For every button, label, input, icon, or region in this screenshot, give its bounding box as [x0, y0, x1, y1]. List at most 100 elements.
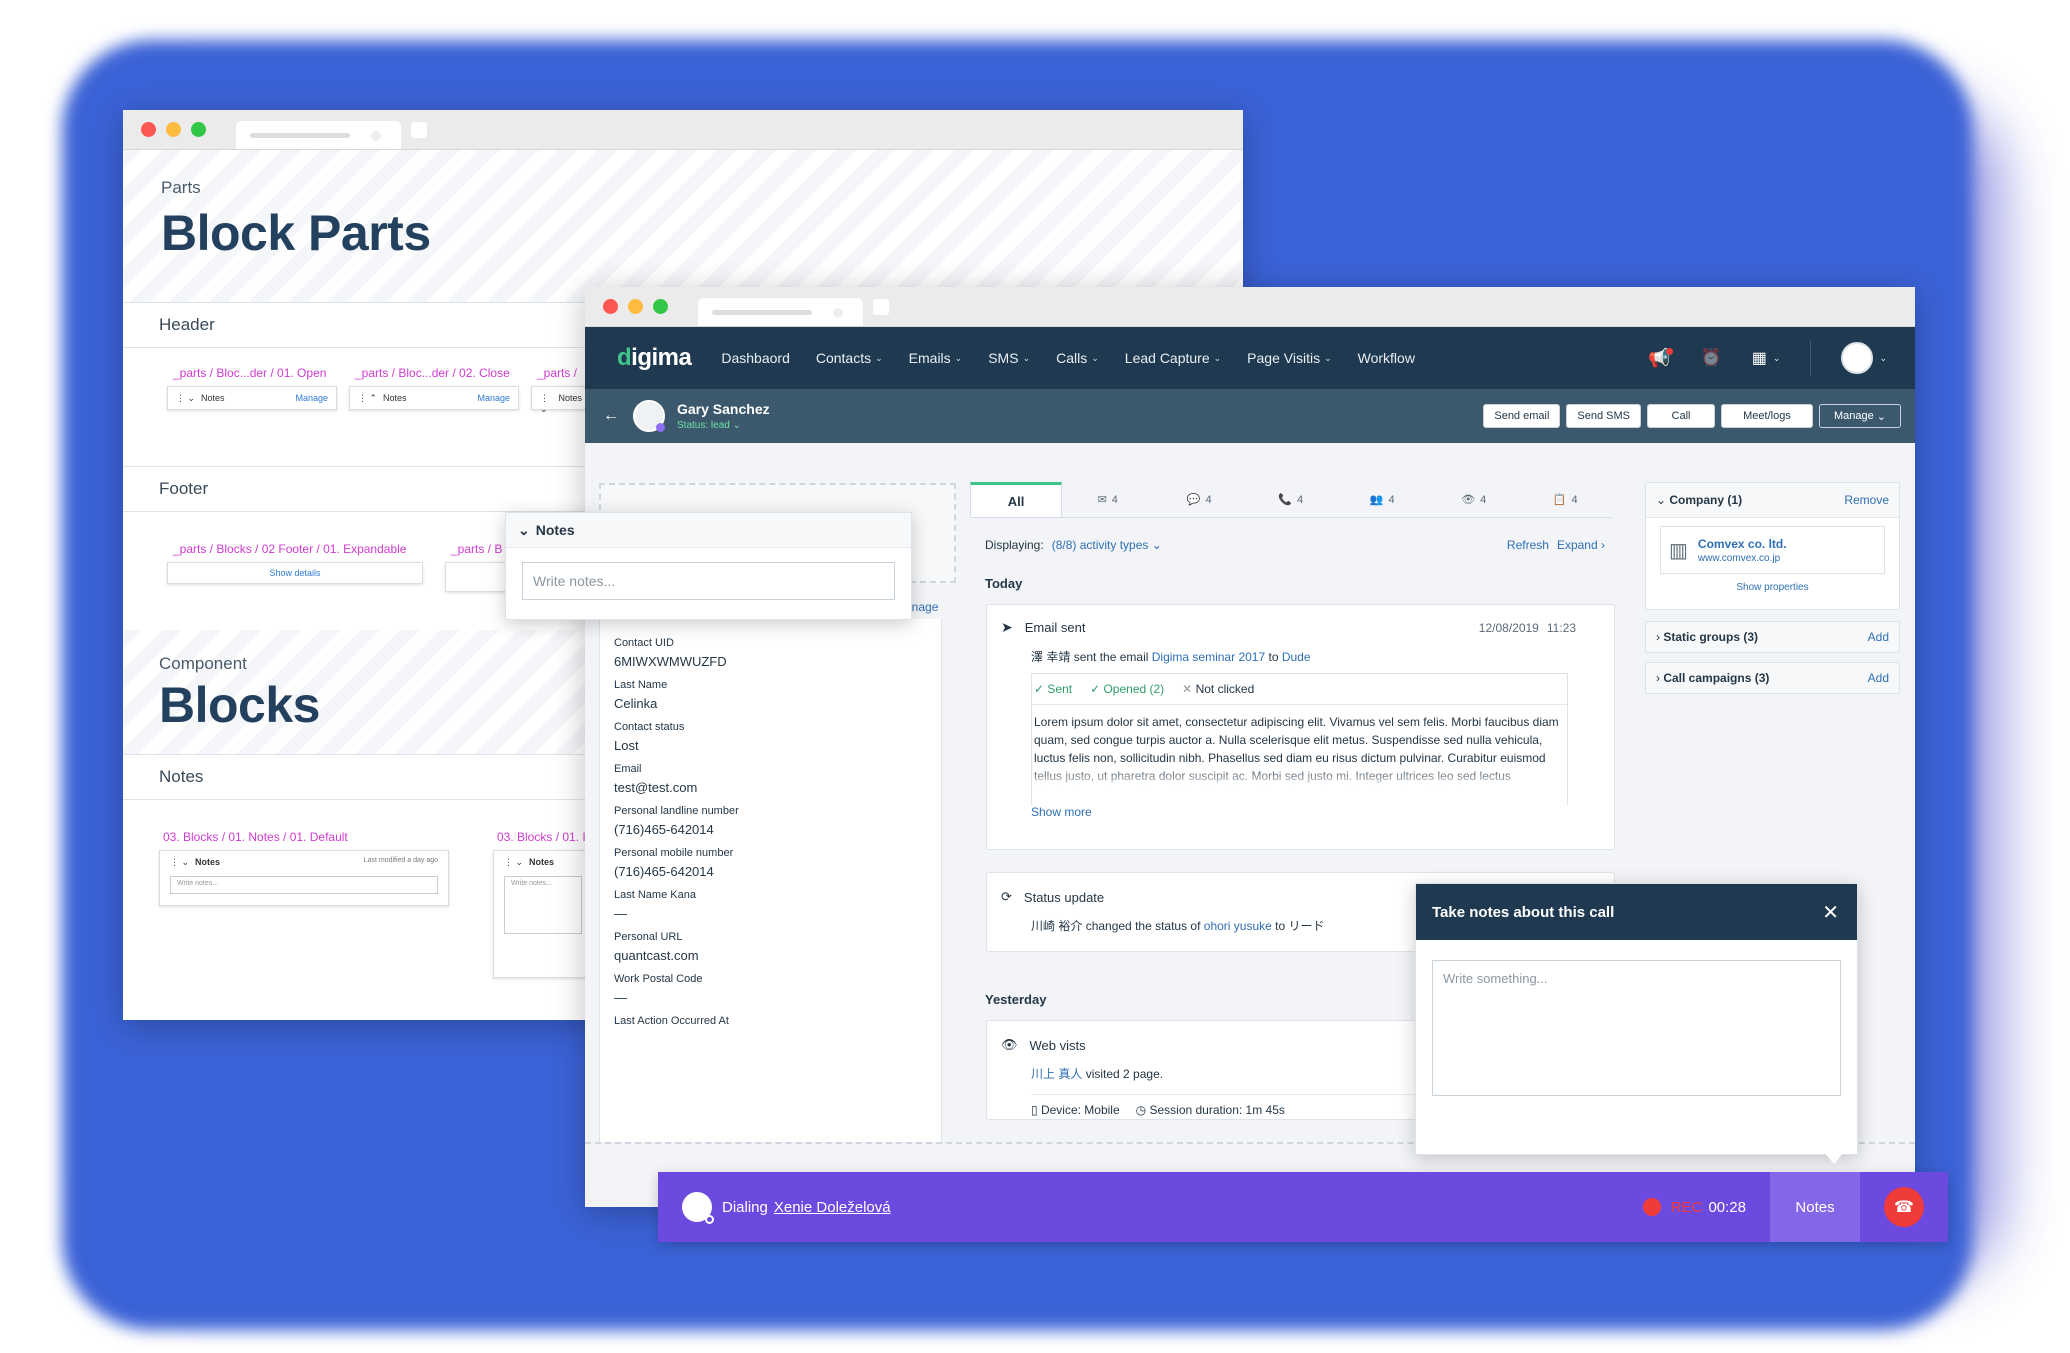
nav-lead-capture[interactable]: Lead Capture ⌄: [1125, 350, 1221, 366]
mini-notes-input[interactable]: Write notes...: [504, 876, 582, 934]
dialing-contact-link[interactable]: Xenie Doleželová: [774, 1199, 891, 1216]
tab-visits[interactable]: 👁 4: [1428, 482, 1520, 517]
back-arrow-icon[interactable]: ←: [603, 407, 619, 425]
tab-all[interactable]: All: [970, 482, 1062, 517]
remove-company-link[interactable]: Remove: [1844, 493, 1889, 507]
card-title: Email sent: [1024, 620, 1086, 635]
tab-sms[interactable]: 💬 4: [1154, 482, 1246, 517]
close-icon[interactable]: ✕: [1822, 900, 1839, 925]
nav-label: Page Visitis: [1247, 350, 1321, 366]
tab-calls[interactable]: 📞 4: [1245, 482, 1337, 517]
email-recipient-link[interactable]: Dude: [1282, 650, 1311, 664]
email-sent-card: ➤ Email sent 12/08/2019 11:23 澤 幸靖 sent …: [986, 604, 1615, 850]
field-label: Last Name: [614, 679, 668, 691]
chevron-down-icon[interactable]: ⌄: [518, 522, 530, 539]
mini-title: Notes: [558, 393, 582, 403]
send-email-button[interactable]: Send email: [1483, 404, 1561, 428]
expand-link[interactable]: Expand ›: [1557, 538, 1605, 552]
new-tab-button[interactable]: [411, 121, 427, 138]
add-static-group-link[interactable]: Add: [1868, 630, 1889, 644]
call-timer: 00:28: [1708, 1198, 1746, 1216]
nav-calls[interactable]: Calls ⌄: [1056, 350, 1099, 366]
company-url[interactable]: www.comvex.co.jp: [1698, 553, 1787, 564]
sent-status: ✓ Sent: [1034, 682, 1073, 696]
field-label: Personal landline number: [614, 805, 739, 817]
chevron-down-icon: ⌄: [1879, 352, 1887, 363]
activity-filter: Displaying: (8/8) activity types ⌄ Refre…: [985, 538, 1605, 552]
minimize-dot[interactable]: [628, 299, 643, 314]
tab-notes[interactable]: 📋 4: [1520, 482, 1612, 517]
phone-hangup-icon: ☎: [1884, 1187, 1924, 1227]
alarm-icon[interactable]: ⏰: [1701, 348, 1722, 368]
header-item-close[interactable]: ⋮ ⌃ Notes Manage: [349, 386, 519, 410]
company-card[interactable]: ▥ Comvex co. ltd. www.comvex.co.jp: [1660, 526, 1885, 574]
contact-actions: Send email Send SMS Call Meet/logs Manag…: [1483, 404, 1915, 428]
header-item-open[interactable]: ⋮ ⌄ Notes Manage: [167, 386, 337, 410]
header-item-third[interactable]: ⋮ ⌄ Notes: [531, 386, 591, 414]
chat-icon: 💬: [1186, 494, 1201, 506]
email-subject-link[interactable]: Digima seminar 2017: [1152, 650, 1265, 664]
field-label: Email: [614, 763, 642, 775]
displaying-label: Displaying:: [985, 538, 1044, 552]
browser-tab[interactable]: [698, 298, 863, 326]
call-button[interactable]: Call: [1647, 404, 1715, 428]
nav-dashboard[interactable]: Dashbaord: [721, 350, 790, 366]
close-dot[interactable]: [141, 122, 156, 137]
refresh-link[interactable]: Refresh: [1507, 538, 1549, 552]
show-properties-link[interactable]: Show properties: [1646, 582, 1899, 593]
visitor-link[interactable]: 川上 真人: [1031, 1067, 1082, 1081]
contact-name: Gary Sanchez: [677, 401, 770, 417]
rec-dot-icon: [1642, 1198, 1661, 1216]
apps-grid-menu[interactable]: ▦ ⌄: [1752, 348, 1781, 368]
manage-dropdown-button[interactable]: Manage ⌄: [1819, 404, 1901, 428]
status-target-link[interactable]: ohori yusuke: [1204, 919, 1272, 933]
static-groups-toggle[interactable]: › Static groups (3): [1656, 630, 1758, 644]
chevron-down-icon: ⌄: [954, 352, 963, 363]
contact-status-dropdown[interactable]: Status: lead ⌄: [677, 420, 770, 431]
mini-manage[interactable]: Manage: [477, 393, 510, 403]
show-more-link[interactable]: Show more: [1031, 805, 1598, 819]
nav-contacts[interactable]: Contacts ⌄: [816, 350, 883, 366]
session-label: Session duration: 1m 45s: [1149, 1103, 1285, 1117]
add-call-campaign-link[interactable]: Add: [1868, 671, 1889, 685]
call-notes-textarea[interactable]: Write something...: [1432, 960, 1841, 1096]
field-label: Contact status: [614, 721, 685, 733]
megaphone-icon[interactable]: 📢: [1648, 347, 1673, 369]
close-dot[interactable]: [603, 299, 618, 314]
maximize-dot[interactable]: [653, 299, 668, 314]
meet-logs-button[interactable]: Meet/logs: [1721, 404, 1813, 428]
notes-button[interactable]: Notes: [1770, 1172, 1860, 1242]
tab-emails[interactable]: ✉ 4: [1062, 482, 1154, 517]
maximize-dot[interactable]: [191, 122, 206, 137]
company-toggle[interactable]: ⌄ Company (1): [1656, 493, 1742, 507]
nav-emails[interactable]: Emails ⌄: [909, 350, 963, 366]
activity-types-dropdown[interactable]: (8/8) activity types ⌄: [1052, 538, 1162, 552]
send-sms-button[interactable]: Send SMS: [1566, 404, 1641, 428]
minimize-dot[interactable]: [166, 122, 181, 137]
dialing-label: Dialing: [722, 1198, 768, 1216]
tab-count: 4: [1297, 493, 1304, 506]
mini-manage[interactable]: Manage: [295, 393, 328, 403]
digima-logo[interactable]: ddigimaigima: [617, 344, 692, 372]
contact-status: Status: lead: [677, 420, 730, 431]
card-title: Status update: [1023, 889, 1105, 905]
mini-notes-input[interactable]: Write notes...: [170, 876, 438, 894]
user-menu[interactable]: ⌄: [1841, 342, 1887, 374]
nav-sms[interactable]: SMS ⌄: [988, 350, 1030, 366]
show-details-button[interactable]: Show details: [167, 562, 423, 584]
call-campaigns-toggle[interactable]: › Call campaigns (3): [1656, 671, 1769, 685]
company-name[interactable]: Comvex co. ltd.: [1698, 537, 1787, 551]
nav-page-visits[interactable]: Page Visitis ⌄: [1247, 350, 1331, 366]
hangup-button[interactable]: ☎: [1860, 1187, 1948, 1227]
tab-count: 4: [1111, 493, 1118, 506]
tab-meetings[interactable]: 👥 4: [1337, 482, 1429, 517]
floating-notes-input[interactable]: Write notes...: [522, 562, 895, 600]
chevron-down-icon: ⌄: [1022, 352, 1031, 363]
floating-notes-title: Notes: [535, 522, 575, 538]
browser-tab[interactable]: [236, 121, 401, 149]
refresh-icon: ⟳: [1001, 889, 1012, 904]
new-tab-button[interactable]: [873, 298, 889, 315]
front-window-titlebar: [585, 287, 1915, 327]
nav-workflow[interactable]: Workflow: [1358, 350, 1415, 366]
session-info: ◷ Session duration: 1m 45s: [1136, 1103, 1285, 1117]
